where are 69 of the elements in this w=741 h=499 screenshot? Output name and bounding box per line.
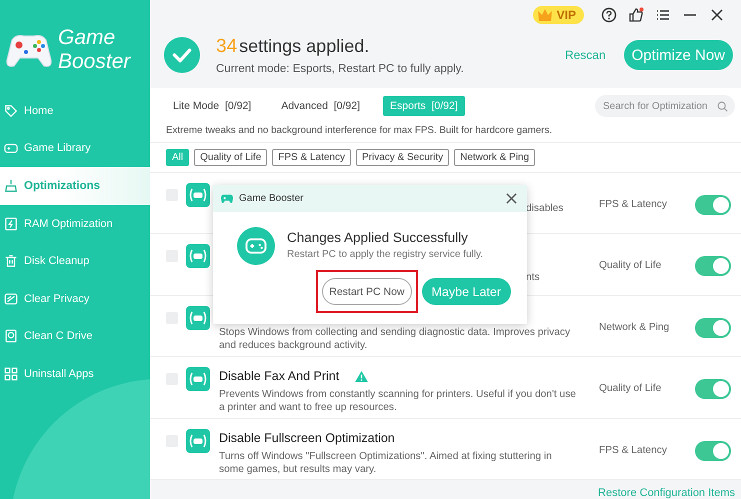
setting-description: Prevents Windows from constantly scanning for printers. Useful if you don't use a printer and want to free up resources. xyxy=(219,388,577,414)
sidebar-item[interactable]: Uninstall Apps xyxy=(0,355,150,393)
filter-chip[interactable]: Network & Ping xyxy=(454,148,536,166)
setting-description: Turns off Windows "Fullscreen Optimizations". Aimed at fixing stuttering in some games, but results may vary. xyxy=(219,450,553,476)
sidebar-item[interactable]: Optimizations xyxy=(0,167,150,205)
app-title: Booster xyxy=(58,50,130,74)
setting-description: Stops Windows from collecting and sending diagnostic data. Improves privacy and reduces background activity. xyxy=(219,326,572,352)
restart-pc-button[interactable]: Restart PC Now xyxy=(322,278,412,305)
optimize-now-button[interactable]: Optimize Now xyxy=(624,40,733,70)
dialog-title: Game Booster xyxy=(239,193,304,204)
dialog-message: Restart PC to apply the registry service fully. xyxy=(287,249,483,260)
close-icon[interactable] xyxy=(506,193,517,204)
dialog-heading: Changes Applied Successfully xyxy=(287,230,469,245)
toggle-switch[interactable] xyxy=(695,379,731,400)
current-mode-text: Current mode: Esports, Restart PC to fully apply. xyxy=(216,62,465,74)
privacy-icon xyxy=(4,292,18,306)
broom-icon xyxy=(4,178,18,193)
mode-description: Extreme tweaks and no background interference for max FPS. Built for hardcore gamers. xyxy=(150,124,741,143)
sidebar-item[interactable]: Disk Cleanup xyxy=(0,242,150,280)
gamepad-icon xyxy=(186,306,210,330)
rescan-link[interactable]: Rescan xyxy=(564,48,606,62)
check-circle-icon xyxy=(163,36,201,74)
app-title: Game xyxy=(58,26,116,50)
category-label: Network & Ping xyxy=(599,322,670,333)
filter-chip[interactable]: FPS & Latency xyxy=(272,148,351,166)
thumbs-up-icon[interactable] xyxy=(628,7,644,23)
restore-configuration-link[interactable]: Restore Configuration Items xyxy=(598,487,735,499)
setting-description: disables xyxy=(525,202,564,214)
mode-tab[interactable]: Lite Mode [0/92] xyxy=(166,96,258,116)
sidebar-item[interactable]: Game Library xyxy=(0,130,150,168)
gamepad-icon xyxy=(186,182,210,207)
sidebar-item[interactable]: Home xyxy=(0,92,150,130)
category-label: Quality of Life xyxy=(599,383,662,394)
gamepad-icon xyxy=(221,193,233,204)
drive-icon xyxy=(4,329,18,344)
category-label: Quality of Life xyxy=(599,260,662,272)
toggle-switch[interactable] xyxy=(695,440,731,461)
gamepad-icon xyxy=(186,244,210,268)
search-icon xyxy=(717,100,728,112)
setting-title: Disable Fullscreen Optimization xyxy=(219,430,395,445)
search-field[interactable]: Search for Optimization xyxy=(595,95,735,118)
gamepad-icon xyxy=(237,227,275,265)
gamepad-icon xyxy=(186,367,210,392)
tag-icon xyxy=(4,104,18,118)
trash-icon xyxy=(4,254,18,268)
maybe-later-button[interactable]: Maybe Later xyxy=(422,278,511,305)
mode-tab[interactable]: Esports [0/92] xyxy=(383,96,465,116)
sidebar-item[interactable]: Clean C Drive xyxy=(0,318,150,356)
filter-chip[interactable]: Privacy & Security xyxy=(356,148,450,166)
help-icon[interactable] xyxy=(601,7,617,23)
mode-tab[interactable]: Advanced [0/92] xyxy=(274,96,368,116)
apps-icon xyxy=(4,366,18,381)
close-icon[interactable] xyxy=(709,7,725,23)
sidebar-item[interactable]: RAM Optimization xyxy=(0,204,150,242)
vip-badge[interactable]: VIP xyxy=(532,6,584,24)
toggle-switch[interactable] xyxy=(695,194,731,215)
lightning-icon xyxy=(4,216,18,231)
toggle-switch[interactable] xyxy=(695,256,731,276)
filter-chip[interactable]: Quality of Life xyxy=(194,148,268,166)
crown-icon xyxy=(536,8,553,22)
gamepad-icon xyxy=(186,428,210,453)
setting-title: Disable Fax And Print xyxy=(219,369,340,384)
toggle-switch[interactable] xyxy=(695,318,731,338)
settings-applied-title: 34settings applied. xyxy=(216,36,370,58)
category-label: FPS & Latency xyxy=(599,198,668,210)
gamepad-icon xyxy=(4,141,18,156)
sidebar-item[interactable]: Clear Privacy xyxy=(0,280,150,318)
filter-chip[interactable]: All xyxy=(166,148,190,166)
category-label: FPS & Latency xyxy=(599,444,668,456)
